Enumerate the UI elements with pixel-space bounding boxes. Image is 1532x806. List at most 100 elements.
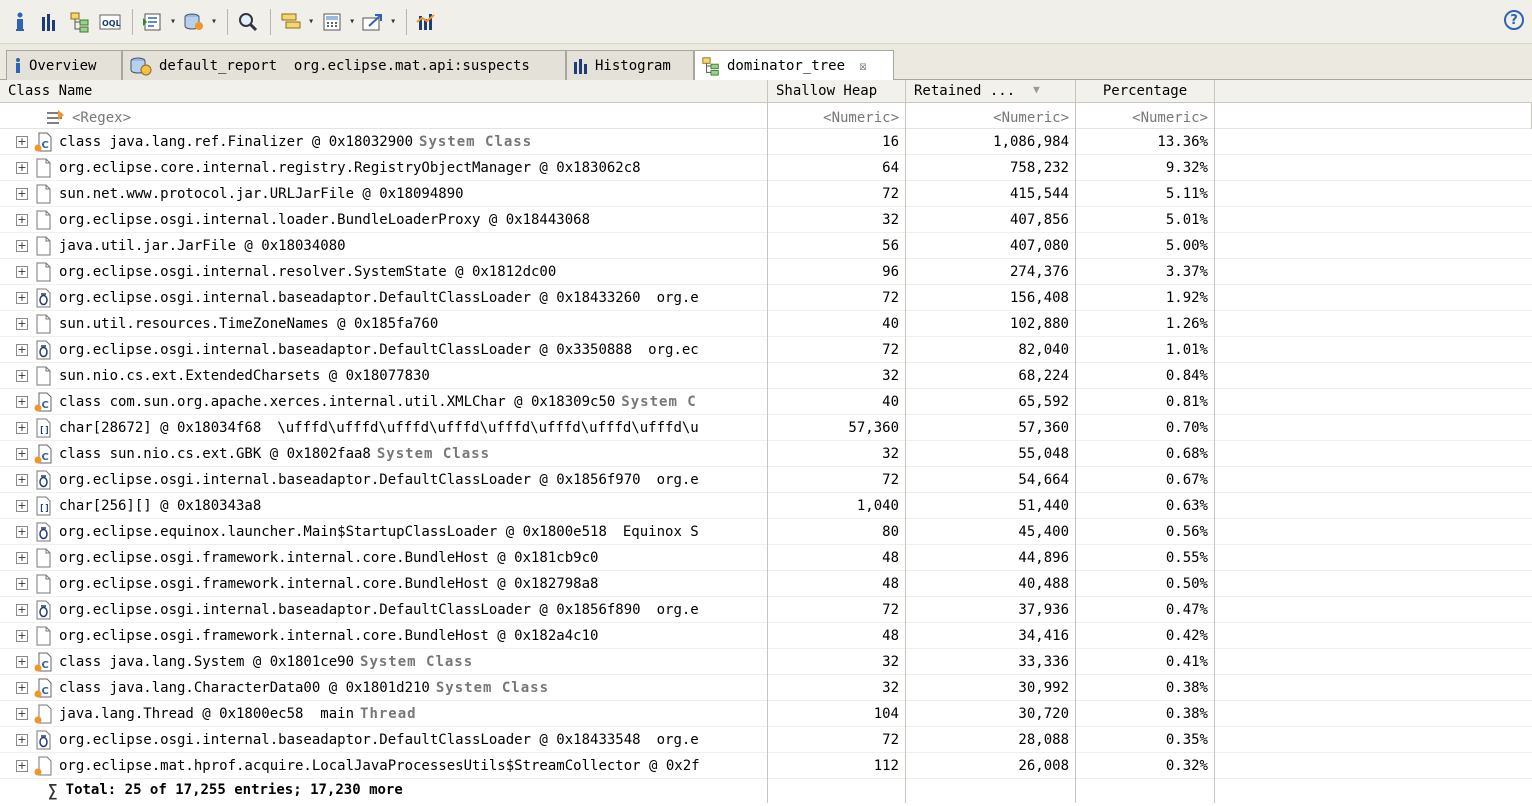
class-name-cell[interactable]: + Cclass sun.nio.cs.ext.GBK @ 0x1802faa8 S… (0, 440, 768, 467)
table-row[interactable]: + org.eclipse.osgi.internal.baseadaptor.D… (0, 596, 1532, 623)
table-row[interactable]: + org.eclipse.osgi.framework.internal.cor… (0, 622, 1532, 649)
tab-histogram[interactable]: Histogram (566, 50, 694, 80)
class-name-cell[interactable]: + org.eclipse.osgi.internal.baseadaptor.D… (0, 284, 768, 311)
expand-icon[interactable]: + (16, 681, 28, 694)
table-row[interactable]: + org.eclipse.osgi.internal.loader.Bundle… (0, 206, 1532, 233)
table-row[interactable]: + org.eclipse.osgi.internal.baseadaptor.D… (0, 466, 1532, 493)
table-row[interactable]: + org.eclipse.osgi.internal.baseadaptor.D… (0, 726, 1532, 753)
info-icon[interactable] (6, 7, 34, 37)
export-icon[interactable] (359, 7, 387, 37)
class-name-cell[interactable]: + Cclass java.lang.ref.Finalizer @ 0x1803… (0, 128, 768, 155)
table-row[interactable]: + sun.nio.cs.ext.ExtendedCharsets @ 0x180… (0, 362, 1532, 389)
tab-default-report[interactable]: default_report org.eclipse.mat.api:suspe… (122, 50, 566, 80)
expand-icon[interactable]: + (16, 447, 28, 460)
table-row[interactable]: + org.eclipse.osgi.internal.baseadaptor.D… (0, 336, 1532, 363)
class-name-cell[interactable]: + org.eclipse.osgi.framework.internal.cor… (0, 622, 768, 649)
oql-icon[interactable]: OQL (96, 7, 124, 37)
class-name-cell[interactable]: + sun.util.resources.TimeZoneNames @ 0x18… (0, 310, 768, 337)
table-row[interactable]: + Cclass java.lang.System @ 0x1801ce90 Sys… (0, 648, 1532, 675)
table-row[interactable]: + org.eclipse.equinox.launcher.Main$Start… (0, 518, 1532, 545)
table-row[interactable]: + org.eclipse.osgi.internal.resolver.Syst… (0, 258, 1532, 285)
heap-dump-icon[interactable] (180, 7, 208, 37)
table-row[interactable]: + Cclass com.sun.org.apache.xerces.intern… (0, 388, 1532, 415)
tab-overview[interactable]: Overview (6, 50, 122, 80)
shallow-filter-input[interactable]: <Numeric> (768, 103, 906, 129)
expand-icon[interactable]: + (16, 291, 28, 304)
class-name-cell[interactable]: + org.eclipse.osgi.internal.baseadaptor.D… (0, 336, 768, 363)
expand-icon[interactable]: + (16, 551, 28, 564)
class-name-cell[interactable]: + org.eclipse.equinox.launcher.Main$Start… (0, 518, 768, 545)
class-name-cell[interactable]: + org.eclipse.mat.hprof.acquire.LocalJava… (0, 752, 768, 779)
name-filter-cell[interactable]: <Regex> (0, 103, 768, 129)
class-name-cell[interactable]: + Cclass com.sun.org.apache.xerces.intern… (0, 388, 768, 415)
class-name-cell[interactable]: + org.eclipse.osgi.framework.internal.cor… (0, 570, 768, 597)
expand-icon[interactable]: + (16, 213, 28, 226)
expand-icon[interactable]: + (16, 369, 28, 382)
class-name-cell[interactable]: + org.eclipse.osgi.internal.baseadaptor.D… (0, 596, 768, 623)
class-name-cell[interactable]: + sun.net.www.protocol.jar.URLJarFile @ 0… (0, 180, 768, 207)
histogram-icon[interactable] (36, 7, 64, 37)
run-report-icon[interactable] (139, 7, 167, 37)
class-name-cell[interactable]: + java.lang.Thread @ 0x1800ec58 main Threa… (0, 700, 768, 727)
calculator-icon[interactable] (318, 7, 346, 37)
expand-icon[interactable]: + (16, 707, 28, 720)
expand-icon[interactable]: + (16, 161, 28, 174)
expand-icon[interactable]: + (16, 655, 28, 668)
class-name-cell[interactable]: + Cclass java.lang.System @ 0x1801ce90 Sys… (0, 648, 768, 675)
table-row[interactable]: + org.eclipse.mat.hprof.acquire.LocalJava… (0, 752, 1532, 779)
class-name-cell[interactable]: + org.eclipse.osgi.internal.baseadaptor.D… (0, 726, 768, 753)
chevron-down-icon[interactable]: ▾ (211, 16, 217, 27)
table-row[interactable]: + sun.util.resources.TimeZoneNames @ 0x18… (0, 310, 1532, 337)
expand-icon[interactable]: + (16, 629, 28, 642)
group-icon[interactable] (277, 7, 305, 37)
table-row[interactable]: + org.eclipse.core.internal.registry.Regi… (0, 154, 1532, 181)
expand-icon[interactable]: + (16, 525, 28, 538)
expand-icon[interactable]: + (16, 733, 28, 746)
class-name-cell[interactable]: + sun.nio.cs.ext.ExtendedCharsets @ 0x180… (0, 362, 768, 389)
name-filter-input[interactable]: <Regex> (72, 110, 131, 126)
expand-icon[interactable]: + (16, 343, 28, 356)
column-header-shallow-heap[interactable]: Shallow Heap (768, 80, 906, 103)
chevron-down-icon[interactable]: ▾ (170, 16, 176, 27)
table-row[interactable]: + java.util.jar.JarFile @ 0x18034080 56 407… (0, 232, 1532, 259)
expand-icon[interactable]: + (16, 421, 28, 434)
class-name-cell[interactable]: + java.util.jar.JarFile @ 0x18034080 (0, 232, 768, 259)
expand-icon[interactable]: + (16, 239, 28, 252)
expand-icon[interactable]: + (16, 317, 28, 330)
search-icon[interactable] (234, 7, 262, 37)
class-name-cell[interactable]: + org.eclipse.osgi.internal.resolver.Syst… (0, 258, 768, 285)
tab-dominator-tree[interactable]: dominator_tree ☒ (694, 50, 894, 81)
expand-icon[interactable]: + (16, 603, 28, 616)
dominator-tree-icon[interactable] (66, 7, 94, 37)
help-button[interactable]: ? (1504, 10, 1524, 30)
class-name-cell[interactable]: + org.eclipse.osgi.internal.baseadaptor.D… (0, 466, 768, 493)
expand-icon[interactable]: + (16, 499, 28, 512)
table-row[interactable]: + [] char[28672] @ 0x18034f68 \ufffd\ufffd\… (0, 414, 1532, 441)
expand-icon[interactable]: + (16, 395, 28, 408)
table-row[interactable]: + sun.net.www.protocol.jar.URLJarFile @ 0… (0, 180, 1532, 207)
class-name-cell[interactable]: + Cclass java.lang.CharacterData00 @ 0x18… (0, 674, 768, 701)
expand-icon[interactable]: + (16, 187, 28, 200)
expand-icon[interactable]: + (16, 759, 28, 772)
table-row[interactable]: + [] char[256][] @ 0x180343a8 1,040 51,440 0.… (0, 492, 1532, 519)
class-name-cell[interactable]: + org.eclipse.osgi.internal.loader.Bundle… (0, 206, 768, 233)
class-name-cell[interactable]: + [] char[28672] @ 0x18034f68 \ufffd\ufffd\… (0, 414, 768, 441)
table-row[interactable]: + Cclass sun.nio.cs.ext.GBK @ 0x1802faa8 S… (0, 440, 1532, 467)
chevron-down-icon[interactable]: ▾ (308, 16, 314, 27)
class-name-cell[interactable]: + org.eclipse.core.internal.registry.Regi… (0, 154, 768, 181)
expand-icon[interactable]: + (16, 577, 28, 590)
column-header-retained-heap[interactable]: Retained ... ▼ (906, 80, 1076, 103)
expand-icon[interactable]: + (16, 135, 28, 148)
column-header-class-name[interactable]: Class Name (0, 80, 768, 103)
chevron-down-icon[interactable]: ▾ (349, 16, 355, 27)
class-name-cell[interactable]: + org.eclipse.osgi.framework.internal.cor… (0, 544, 768, 571)
column-header-percentage[interactable]: Percentage (1076, 80, 1215, 103)
table-row[interactable]: + org.eclipse.osgi.framework.internal.cor… (0, 544, 1532, 571)
table-row[interactable]: + Cclass java.lang.CharacterData00 @ 0x18… (0, 674, 1532, 701)
percentage-filter-input[interactable]: <Numeric> (1076, 103, 1215, 129)
table-row[interactable]: + Cclass java.lang.ref.Finalizer @ 0x1803… (0, 128, 1532, 155)
expand-icon[interactable]: + (16, 473, 28, 486)
table-row[interactable]: + org.eclipse.osgi.internal.baseadaptor.D… (0, 284, 1532, 311)
table-row[interactable]: + java.lang.Thread @ 0x1800ec58 main Threa… (0, 700, 1532, 727)
retained-filter-input[interactable]: <Numeric> (906, 103, 1076, 129)
